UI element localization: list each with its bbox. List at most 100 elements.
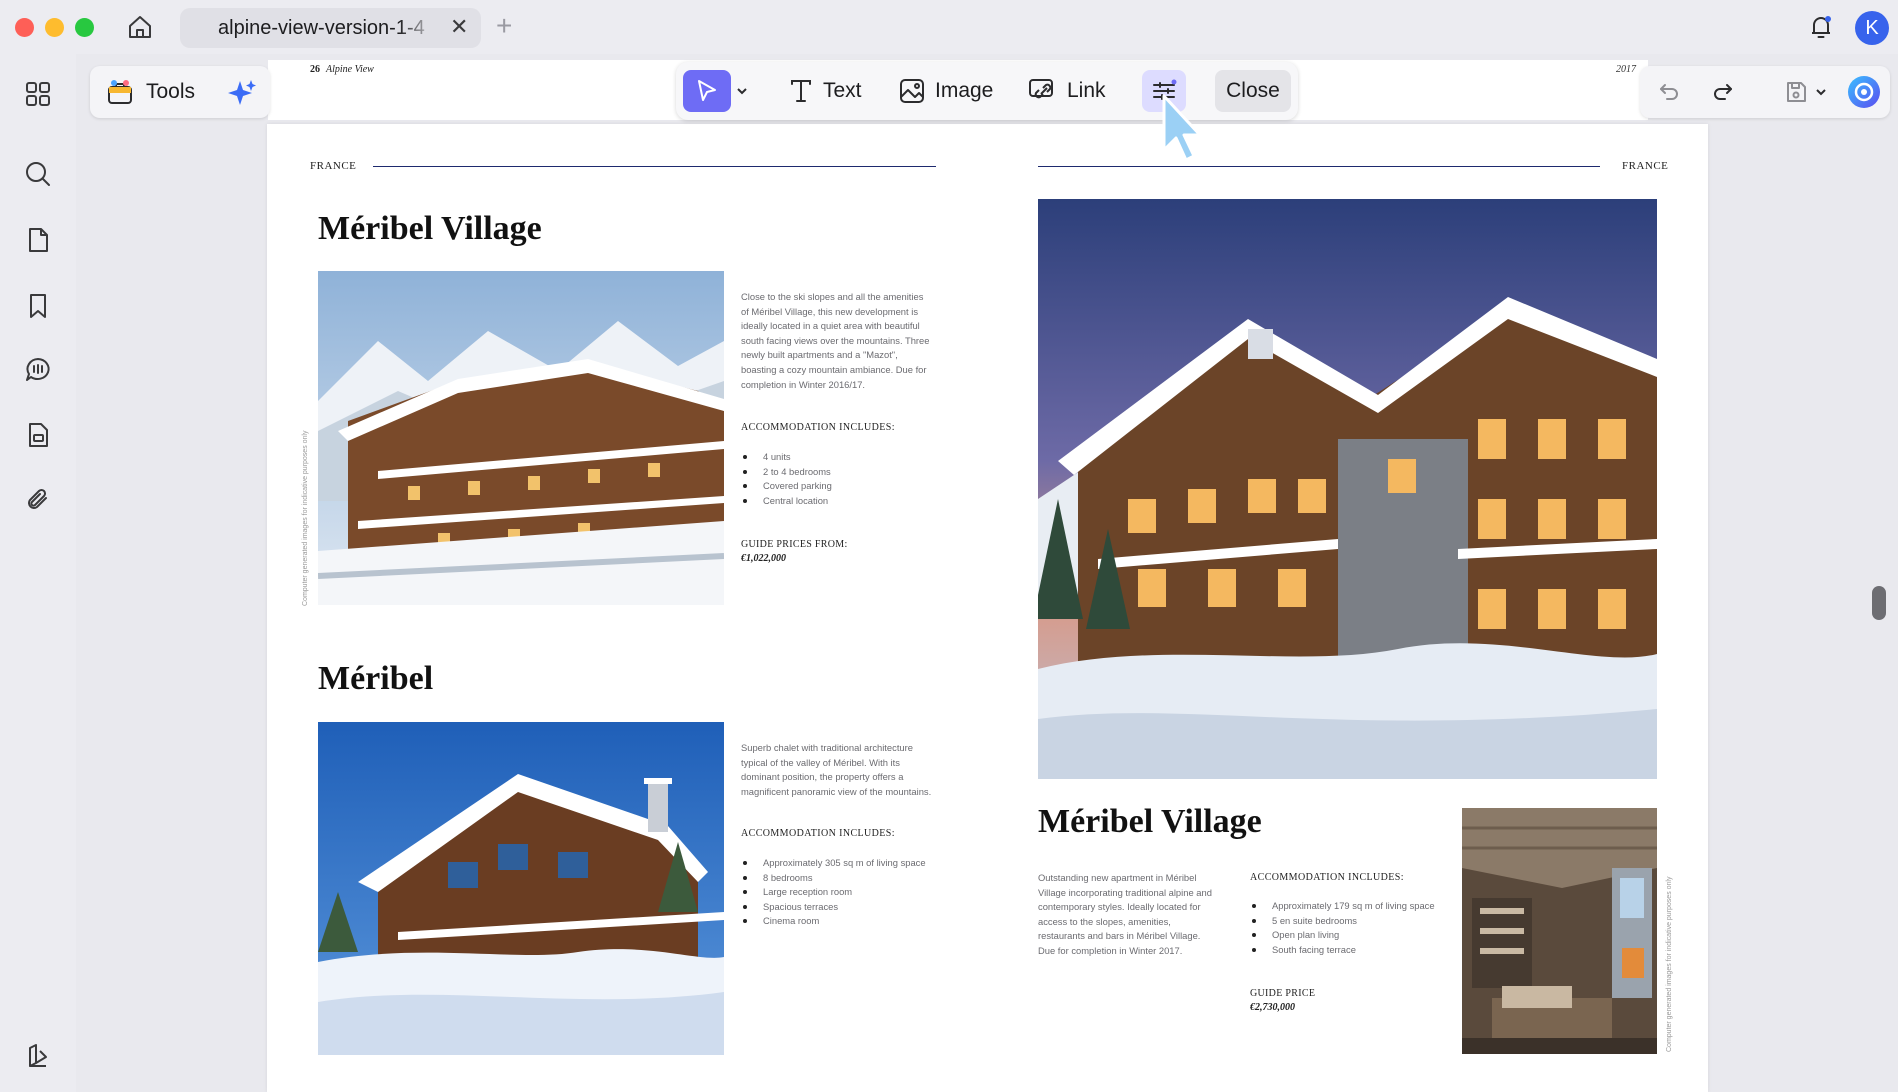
right-side-caption: Computer generated images for indicative…	[1666, 876, 1673, 1053]
ai-assistant-icon	[1848, 76, 1880, 108]
paperclip-icon	[28, 488, 47, 509]
form-icon	[29, 423, 48, 447]
bookmark-icon	[30, 294, 46, 318]
header-rule-right	[1038, 166, 1600, 167]
right-hero-photo	[1038, 199, 1657, 779]
page-number: 26	[310, 64, 320, 75]
right-listing-title: Méribel Village	[1038, 803, 1262, 840]
list-item: Spacious terraces	[743, 900, 926, 915]
link-tool-button[interactable]: Link	[1028, 70, 1106, 112]
page-icon	[29, 228, 48, 252]
tab-title: alpine-view-version-1-4	[218, 17, 425, 39]
text-tool-button[interactable]: Text	[788, 70, 862, 112]
list-item: Central location	[743, 494, 832, 509]
close-edit-label: Close	[1226, 79, 1280, 102]
text-tool-label: Text	[823, 79, 862, 102]
listing1-side-caption: Computer generated images for indicative…	[302, 430, 309, 607]
listing2-accommodation-list: Approximately 305 sq m of living space 8…	[741, 856, 926, 929]
sidebar-item-thumbnails[interactable]	[20, 76, 56, 112]
country-label-left: FRANCE	[310, 160, 357, 172]
redo-button[interactable]	[1708, 77, 1738, 107]
image-icon	[900, 79, 924, 103]
right-price-heading: GUIDE PRICE	[1250, 988, 1316, 999]
sidebar-item-attachments[interactable]	[20, 482, 56, 518]
listing1-accommodation-heading: ACCOMMODATION INCLUDES:	[741, 422, 895, 433]
undo-icon	[1660, 84, 1678, 100]
listing1-price: €1,022,000	[741, 553, 786, 564]
listing1-description: Close to the ski slopes and all the amen…	[741, 291, 930, 390]
sidebar-item-search[interactable]	[20, 156, 56, 192]
chevron-down-icon	[1816, 89, 1826, 96]
redo-icon	[1714, 84, 1732, 100]
select-tool-dropdown[interactable]	[734, 70, 750, 112]
new-tab-button[interactable]: +	[496, 10, 512, 42]
left-sidebar	[0, 54, 76, 1092]
sidebar-item-comments[interactable]	[20, 352, 56, 388]
title-bar: alpine-view-version-1-4 ✕ + K	[0, 0, 1898, 54]
tab-close-icon[interactable]: ✕	[450, 14, 468, 40]
document-tab[interactable]: alpine-view-version-1-4 ✕	[180, 8, 481, 48]
avatar[interactable]: K	[1855, 11, 1889, 45]
list-item: 2 to 4 bedrooms	[743, 465, 832, 480]
sidebar-item-layers[interactable]	[20, 1038, 56, 1074]
sidebar-item-bookmarks[interactable]	[20, 288, 56, 324]
save-button[interactable]	[1781, 77, 1811, 107]
tools-button[interactable]: Tools	[146, 80, 195, 104]
bell-icon	[1812, 16, 1831, 38]
listing1-price-heading: GUIDE PRICES FROM:	[741, 539, 848, 550]
header-rule-left	[373, 166, 936, 167]
running-title: Alpine View	[326, 64, 374, 75]
listing2-description: Superb chalet with traditional architect…	[741, 742, 932, 797]
chevron-down-icon	[737, 88, 747, 95]
listing2-accommodation-heading: ACCOMMODATION INCLUDES:	[741, 828, 895, 839]
list-item: 4 units	[743, 450, 832, 465]
select-tool-button[interactable]	[683, 70, 731, 112]
close-edit-button[interactable]: Close	[1215, 70, 1291, 112]
comment-icon	[26, 358, 50, 381]
home-button[interactable]	[124, 12, 156, 42]
list-item: 8 bedrooms	[743, 871, 926, 886]
sidebar-item-forms[interactable]	[20, 417, 56, 453]
cursor-arrow-icon	[698, 80, 716, 101]
listing1-title: Méribel Village	[318, 210, 542, 247]
home-icon	[129, 16, 151, 38]
ai-sparkle-icon[interactable]	[226, 77, 258, 109]
list-item: Covered parking	[743, 479, 832, 494]
list-item: Approximately 305 sq m of living space	[743, 856, 926, 871]
image-tool-label: Image	[935, 79, 994, 102]
zoom-window-button[interactable]	[75, 18, 94, 37]
list-item: Large reception room	[743, 885, 926, 900]
list-item: Approximately 179 sq m of living space	[1252, 899, 1435, 914]
notifications-button[interactable]	[1806, 12, 1836, 42]
right-accommodation-heading: ACCOMMODATION INCLUDES:	[1250, 872, 1404, 883]
right-toolbar	[1640, 66, 1890, 118]
list-item: 5 en suite bedrooms	[1252, 914, 1435, 929]
tools-toolbar: Tools	[90, 66, 270, 118]
close-window-button[interactable]	[15, 18, 34, 37]
save-icon	[1787, 82, 1806, 102]
list-item: South facing terrace	[1252, 943, 1435, 958]
running-year: 2017	[1616, 64, 1636, 75]
right-price: €2,730,000	[1250, 1002, 1295, 1013]
interior-photo	[1462, 808, 1657, 1054]
link-icon	[1029, 79, 1053, 99]
grid-icon	[26, 82, 50, 106]
running-head: 26 Alpine View	[310, 64, 374, 75]
listing1-photo	[318, 271, 724, 605]
listing2-photo	[318, 722, 724, 1055]
sidebar-item-pages[interactable]	[20, 222, 56, 258]
save-options-dropdown[interactable]	[1812, 77, 1830, 107]
link-tool-label: Link	[1067, 79, 1106, 102]
listing2-title: Méribel	[318, 660, 434, 697]
vertical-scrollbar-thumb[interactable]	[1872, 586, 1886, 620]
list-item: Cinema room	[743, 914, 926, 929]
minimize-window-button[interactable]	[45, 18, 64, 37]
text-icon	[791, 80, 811, 102]
layers-icon	[29, 1044, 47, 1067]
ai-assistant-button[interactable]	[1846, 74, 1882, 110]
undo-button[interactable]	[1654, 77, 1684, 107]
list-item: Open plan living	[1252, 928, 1435, 943]
image-tool-button[interactable]: Image	[898, 70, 993, 112]
right-accommodation-list: Approximately 179 sq m of living space 5…	[1250, 899, 1435, 957]
toolbox-icon	[108, 80, 132, 104]
